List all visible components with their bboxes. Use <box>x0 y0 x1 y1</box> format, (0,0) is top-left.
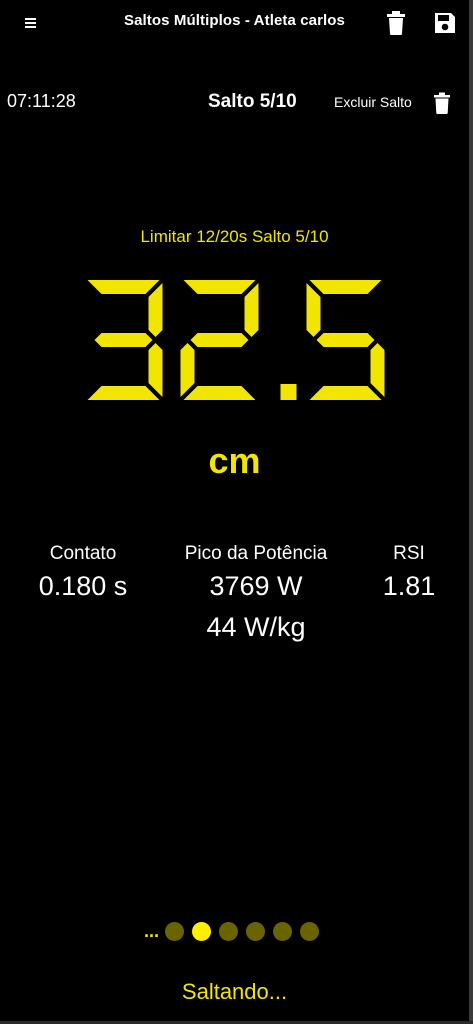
digit-segment-d <box>183 386 256 400</box>
page-indicator: ... <box>144 919 327 943</box>
status-text: Saltando... <box>181 979 288 1004</box>
limit-label: Limitar 12/20s Salto 5/10 <box>140 227 329 246</box>
digit-segment-d <box>309 386 382 400</box>
stat-peak-power-relative: 44 W/kg <box>206 612 306 642</box>
digit-segment-b <box>244 283 259 337</box>
digit-segment-a <box>87 280 160 294</box>
pager-dot[interactable] <box>165 921 185 941</box>
pager-dot[interactable] <box>300 921 320 941</box>
delete-jump-button[interactable]: Excluir Salto <box>334 91 450 117</box>
pager-dot[interactable] <box>246 921 266 941</box>
trash-icon <box>434 92 450 114</box>
digit-segment-b <box>148 283 163 337</box>
digit-segment-a <box>183 280 256 294</box>
pager-dot[interactable] <box>192 921 212 941</box>
jump-height-display <box>0 270 473 410</box>
decimal-point-segment <box>280 384 297 400</box>
stat-contact-label: Contato <box>49 543 117 564</box>
app-bar: Saltos Múltiplos - Atleta carlos <box>0 0 469 44</box>
digit-segment-c <box>370 343 385 397</box>
stat-peak-power: Pico da Potência 3769 W 44 W/kg <box>160 543 352 643</box>
pager-dot[interactable] <box>273 921 293 941</box>
pager-ellipsis: ... <box>144 921 160 941</box>
stat-rsi: RSI 1.81 <box>366 543 452 602</box>
stat-rsi-value: 1.81 <box>382 571 436 601</box>
trash-icon[interactable] <box>386 10 406 36</box>
digit-segment-a <box>309 280 382 294</box>
digit-segment-g <box>190 333 249 347</box>
digit-segment-d <box>87 386 160 400</box>
floppy-disk-icon[interactable] <box>433 11 457 35</box>
delete-jump-label: Excluir Salto <box>334 94 412 110</box>
stat-contact-value: 0.180 s <box>38 571 128 601</box>
stat-peak-power-value: 3769 W <box>209 571 303 601</box>
stat-rsi-label: RSI <box>393 543 425 564</box>
pager-dot[interactable] <box>219 921 239 941</box>
pager-dots <box>165 921 327 941</box>
unit-label: cm <box>208 440 261 481</box>
digit-segment-g <box>94 333 153 347</box>
digit-segment-e <box>180 343 195 397</box>
jump-counter: Salto 5/10 <box>208 91 297 112</box>
digit-segment-g <box>316 333 375 347</box>
screen-edge-right <box>469 0 473 1024</box>
clock-time: 07:11:28 <box>7 91 76 111</box>
digit-segment-c <box>148 343 163 397</box>
stat-peak-power-label: Pico da Potência <box>184 543 328 564</box>
digit-segment-f <box>306 283 321 337</box>
stat-contact: Contato 0.180 s <box>17 543 149 602</box>
